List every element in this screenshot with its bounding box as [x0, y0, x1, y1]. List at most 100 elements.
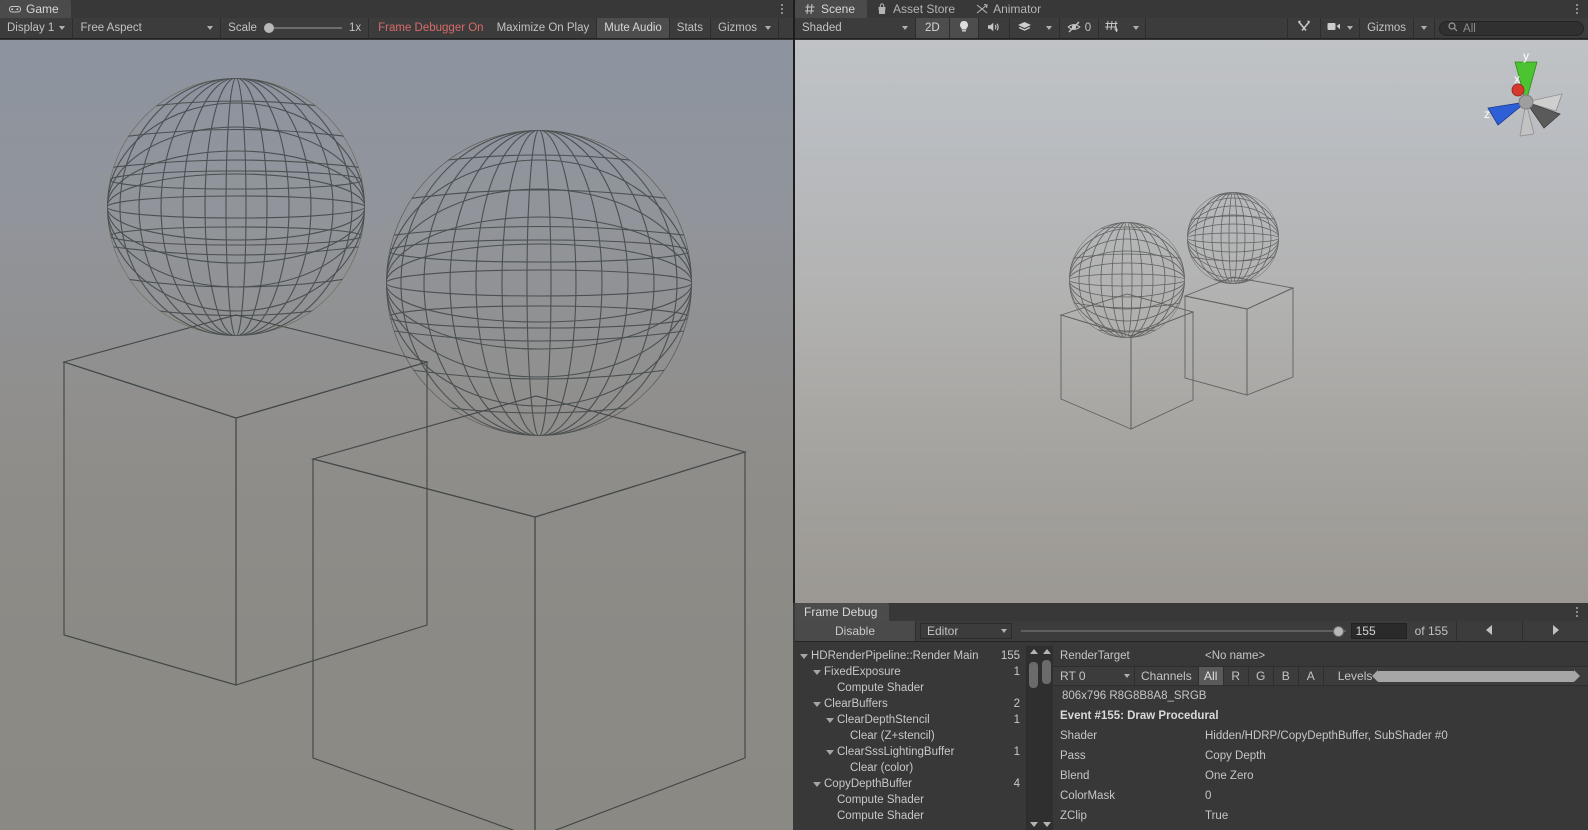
channel-button-r[interactable]: R: [1222, 667, 1248, 685]
property-value: One Zero: [1205, 770, 1254, 782]
unity-editor-window: Game Display 1 Free Aspect Scale 1x Fram…: [0, 0, 1588, 830]
scene-camera-button[interactable]: [1321, 18, 1361, 38]
scroll-thumb[interactable]: [1029, 662, 1038, 688]
scene-effects-toggle[interactable]: [1009, 18, 1039, 38]
tree-row[interactable]: HDRenderPipeline::Render Main 155: [795, 648, 1026, 664]
chevron-down-icon: [1124, 674, 1130, 678]
display-dropdown[interactable]: Display 1: [0, 18, 74, 38]
tree-row[interactable]: ClearSssLightingBuffer 1: [795, 744, 1026, 760]
scale-slider[interactable]: [263, 22, 342, 34]
scene-gizmos-dropdown[interactable]: [1413, 18, 1436, 38]
maximize-on-play-button[interactable]: Maximize On Play: [489, 18, 598, 38]
tab-label: Asset Store: [893, 2, 956, 16]
scene-panel-menu-icon[interactable]: [1572, 2, 1582, 16]
tab-game[interactable]: Game: [0, 0, 71, 18]
tree-row[interactable]: ClearDepthStencil 1: [795, 712, 1026, 728]
channel-button-g[interactable]: G: [1247, 667, 1273, 685]
tree-row-count: 1: [1013, 666, 1020, 678]
tree-row-label: ClearBuffers: [824, 698, 888, 710]
tab-scene[interactable]: Scene: [795, 0, 868, 18]
property-key: ColorMask: [1060, 790, 1115, 802]
scene-projection-toggle[interactable]: Persp: [1529, 132, 1570, 144]
scene-toolbar-filler: [1146, 18, 1288, 38]
next-event-button[interactable]: [1522, 621, 1588, 641]
scene-toolbar: Shaded 2D 0 Gizmos All: [795, 18, 1588, 39]
target-dropdown[interactable]: Editor: [920, 623, 1012, 639]
prev-event-button[interactable]: [1456, 621, 1522, 641]
property-key: Shader: [1060, 730, 1098, 742]
lightbulb-icon: [958, 20, 970, 36]
rt-label: RT 0: [1060, 669, 1086, 683]
rt-dropdown[interactable]: RT 0: [1053, 667, 1135, 685]
tree-row[interactable]: Compute Shader: [795, 808, 1026, 824]
scroll-down-icon[interactable]: [1029, 822, 1038, 827]
aspect-dropdown[interactable]: Free Aspect: [73, 18, 222, 38]
expand-triangle-icon[interactable]: [826, 749, 834, 755]
detail-scroll-up-icon[interactable]: [1042, 649, 1051, 654]
scene-search-box[interactable]: All: [1439, 21, 1584, 36]
gamepad-icon: [9, 3, 21, 15]
tree-scrollbar[interactable]: [1027, 646, 1040, 830]
tree-row[interactable]: Compute Shader: [795, 680, 1026, 696]
scene-tools-button[interactable]: [1287, 18, 1322, 38]
scale-slider-group[interactable]: Scale 1x: [221, 18, 370, 38]
channel-button-a[interactable]: A: [1297, 667, 1323, 685]
draw-mode-dropdown[interactable]: Shaded: [795, 18, 916, 38]
expand-triangle-icon[interactable]: [813, 701, 821, 707]
scene-grid-toggle[interactable]: [1099, 18, 1128, 38]
frame-debug-menu-icon[interactable]: [1572, 605, 1582, 619]
tree-row[interactable]: Clear (Z+stencil): [795, 728, 1026, 744]
scene-audio-toggle[interactable]: [978, 18, 1010, 38]
2d-toggle-button[interactable]: 2D: [916, 18, 950, 38]
scene-lighting-toggle[interactable]: [949, 18, 979, 38]
stats-button[interactable]: Stats: [669, 18, 712, 38]
panel-divider[interactable]: [793, 0, 795, 603]
levels-bar[interactable]: [1372, 669, 1580, 682]
game-panel-menu-icon[interactable]: [777, 2, 787, 16]
channel-button-b[interactable]: B: [1272, 667, 1298, 685]
hidden-objects-toggle[interactable]: 0: [1059, 18, 1100, 38]
tree-rows: HDRenderPipeline::Render Main 155 FixedExp…: [795, 648, 1026, 824]
scene-camera-icon: [1327, 21, 1342, 35]
expand-triangle-icon[interactable]: [813, 669, 821, 675]
game-viewport[interactable]: [0, 40, 793, 830]
mute-audio-button[interactable]: Mute Audio: [597, 18, 670, 38]
tab-asset-store[interactable]: Asset Store: [867, 0, 967, 18]
levels-slider[interactable]: [1372, 667, 1588, 685]
tree-row[interactable]: Compute Shader: [795, 792, 1026, 808]
event-number-input[interactable]: 155: [1350, 623, 1407, 639]
tree-row-label: Clear (color): [850, 762, 914, 774]
event-slider[interactable]: [1021, 621, 1346, 641]
disable-button[interactable]: Disable: [795, 621, 916, 641]
detail-scroll-thumb[interactable]: [1042, 660, 1051, 684]
next-arrow-icon: [1552, 624, 1559, 638]
scroll-up-icon[interactable]: [1029, 649, 1038, 654]
channel-button-all[interactable]: All: [1197, 667, 1223, 685]
scene-panel: Scene Asset Store Animator Shaded 2D 0 G…: [795, 0, 1588, 603]
scene-gizmos-button[interactable]: Gizmos: [1360, 18, 1414, 38]
expand-triangle-icon[interactable]: [813, 781, 821, 787]
scene-effects-dropdown[interactable]: [1038, 18, 1060, 38]
tree-row[interactable]: FixedExposure 1: [795, 664, 1026, 680]
channel-buttons: All R G B A: [1197, 667, 1323, 685]
event-total-label: of 155: [1414, 624, 1448, 638]
tab-frame-debug[interactable]: Frame Debug: [795, 603, 890, 621]
scale-value: 1x: [348, 22, 362, 34]
expand-triangle-icon[interactable]: [800, 653, 808, 659]
eye-slash-icon: [1067, 21, 1082, 36]
tree-row[interactable]: Clear (color): [795, 760, 1026, 776]
tree-row[interactable]: CopyDepthBuffer 4: [795, 776, 1026, 792]
detail-scroll-down-icon[interactable]: [1042, 822, 1051, 827]
scene-viewport[interactable]: x y z Persp: [795, 40, 1588, 603]
speaker-icon: [987, 21, 1001, 36]
property-key: ZClip: [1060, 810, 1087, 822]
event-slider-knob[interactable]: [1332, 625, 1344, 637]
tree-row[interactable]: ClearBuffers 2: [795, 696, 1026, 712]
chevron-down-icon: [1001, 629, 1007, 633]
frame-debug-tree[interactable]: HDRenderPipeline::Render Main 155 FixedExp…: [795, 646, 1027, 830]
scene-grid-dropdown[interactable]: [1127, 18, 1147, 38]
detail-scrollbar[interactable]: [1040, 646, 1053, 830]
gizmos-dropdown[interactable]: Gizmos: [711, 18, 779, 38]
expand-triangle-icon[interactable]: [826, 717, 834, 723]
tab-animator[interactable]: Animator: [967, 0, 1053, 18]
